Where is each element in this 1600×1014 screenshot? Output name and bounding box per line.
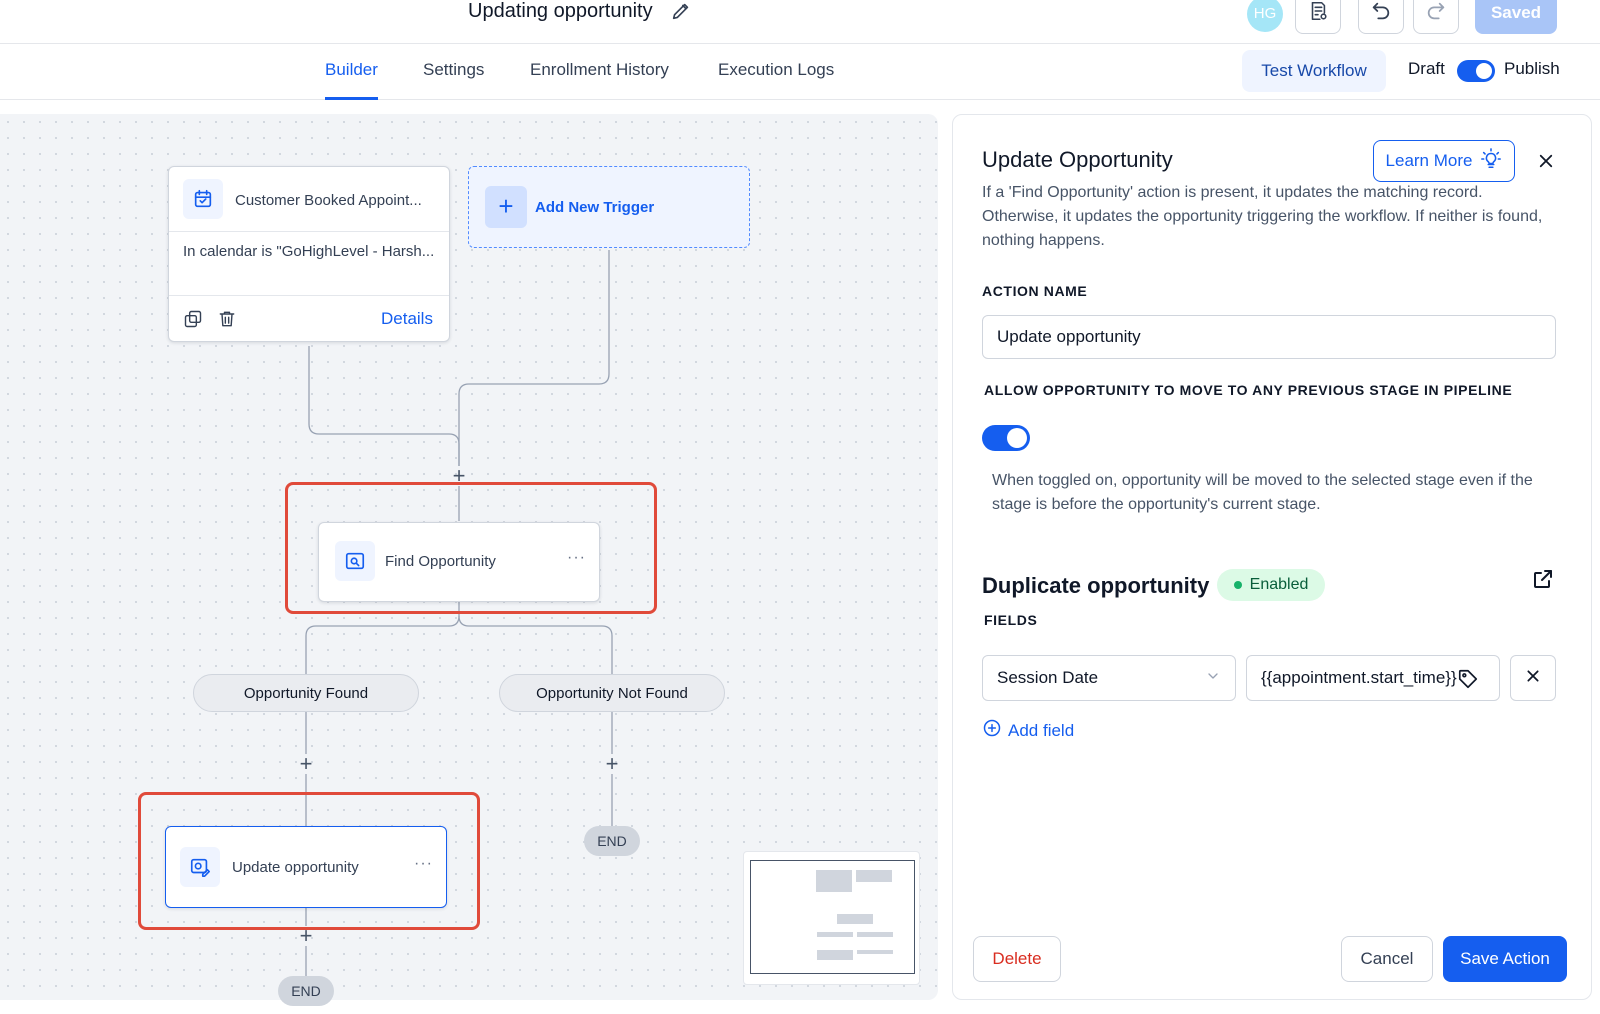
end-marker: END [278,976,334,1006]
minimap-node [816,870,852,892]
toggle-knob [1007,428,1027,448]
external-link-icon[interactable] [1531,567,1557,593]
field-select-value: Session Date [997,668,1099,687]
action-name-label: ACTION NAME [982,283,1088,299]
branch-opportunity-found[interactable]: Opportunity Found [193,674,419,712]
search-opportunity-icon [335,541,375,581]
tab-enrollment-history[interactable]: Enrollment History [530,44,669,100]
find-opportunity-title: Find Opportunity [385,553,496,570]
add-trigger-button[interactable]: + Add New Trigger [468,166,750,248]
find-opportunity-node[interactable]: Find Opportunity ··· [318,522,600,602]
minimap-node [856,870,892,882]
tab-execution-logs[interactable]: Execution Logs [718,44,834,100]
minimap[interactable] [743,851,920,985]
publish-toggle[interactable] [1457,60,1495,82]
update-opportunity-node[interactable]: Update opportunity ··· [165,826,447,908]
trash-icon[interactable] [217,309,237,334]
end-marker: END [584,826,640,856]
notes-icon [1307,0,1329,27]
top-bar: Updating opportunity HG Saved [0,0,1600,44]
trigger-filter: In calendar is "GoHighLevel - Harsh... [183,243,435,260]
add-field-link[interactable]: Add field [982,718,1074,743]
close-icon[interactable] [1533,148,1559,174]
minimap-node [817,932,853,937]
divider [169,231,449,232]
workflow-title: Updating opportunity [468,0,653,22]
tab-bar: Builder Settings Enrollment History Exec… [0,44,1600,100]
more-icon[interactable]: ··· [567,549,586,567]
plus-icon: + [485,186,527,228]
action-name-input[interactable] [982,315,1556,359]
minimap-node [857,932,893,937]
minimap-node [837,914,873,924]
fields-label: FIELDS [984,612,1038,628]
calendar-icon [183,179,223,219]
learn-more-label: Learn More [1385,151,1473,170]
cancel-button[interactable]: Cancel [1341,936,1433,982]
field-value-input[interactable]: {{appointment.start_time}} [1246,655,1500,701]
remove-field-button[interactable] [1510,655,1556,701]
close-icon [1525,668,1541,689]
tab-builder[interactable]: Builder [325,44,378,100]
branch-opportunity-not-found[interactable]: Opportunity Not Found [499,674,725,712]
undo-button[interactable] [1358,0,1404,34]
trigger-node[interactable]: Customer Booked Appoint... In calendar i… [168,166,450,342]
update-opportunity-title: Update opportunity [232,859,359,876]
tag-icon[interactable] [1457,668,1479,695]
edit-icon[interactable] [670,0,692,22]
minimap-node [857,950,893,954]
draft-label: Draft [1408,59,1445,78]
notes-button[interactable] [1295,0,1341,34]
action-panel: Update Opportunity Learn More If a 'Find… [952,114,1592,1000]
undo-icon [1370,0,1392,27]
add-trigger-label: Add New Trigger [535,199,655,216]
add-step-plus[interactable]: + [602,753,622,775]
status-dot [1233,581,1242,589]
allow-move-label: ALLOW OPPORTUNITY TO MOVE TO ANY PREVIOU… [984,382,1513,398]
tab-settings[interactable]: Settings [423,44,484,100]
chevron-down-icon [1205,668,1221,689]
divider [169,295,449,296]
add-field-label: Add field [1008,720,1075,740]
workflow-canvas[interactable]: Customer Booked Appoint... In calendar i… [0,114,938,1006]
publish-label: Publish [1504,59,1560,78]
learn-more-button[interactable]: Learn More [1373,140,1515,182]
more-icon[interactable]: ··· [414,855,433,873]
duplicate-opportunity-title: Duplicate opportunity [982,573,1210,598]
add-circle-icon [982,718,1002,743]
trigger-title: Customer Booked Appoint... [235,192,422,209]
save-action-button[interactable]: Save Action [1443,936,1567,982]
panel-description: If a 'Find Opportunity' action is presen… [982,184,1543,249]
minimap-node [817,950,853,960]
redo-button[interactable] [1413,0,1459,34]
status-badge: Enabled [1217,569,1325,601]
update-opportunity-icon [180,847,220,887]
toggle-knob [1476,63,1492,79]
redo-icon [1425,0,1447,27]
panel-title: Update Opportunity [982,147,1173,172]
allow-move-help: When toggled on, opportunity will be mov… [992,472,1533,513]
test-workflow-button[interactable]: Test Workflow [1242,50,1386,92]
lightbulb-icon [1480,147,1502,175]
saved-button[interactable]: Saved [1475,0,1557,34]
allow-move-toggle[interactable] [982,425,1030,451]
details-link[interactable]: Details [381,309,433,329]
field-value-text: {{appointment.start_time}} [1261,668,1457,687]
status-text: Enabled [1249,576,1309,593]
copy-icon[interactable] [183,309,203,334]
add-step-plus[interactable]: + [296,925,316,947]
field-select[interactable]: Session Date [982,655,1236,701]
avatar[interactable]: HG [1247,0,1283,32]
add-step-plus[interactable]: + [296,753,316,775]
delete-button[interactable]: Delete [973,936,1061,982]
